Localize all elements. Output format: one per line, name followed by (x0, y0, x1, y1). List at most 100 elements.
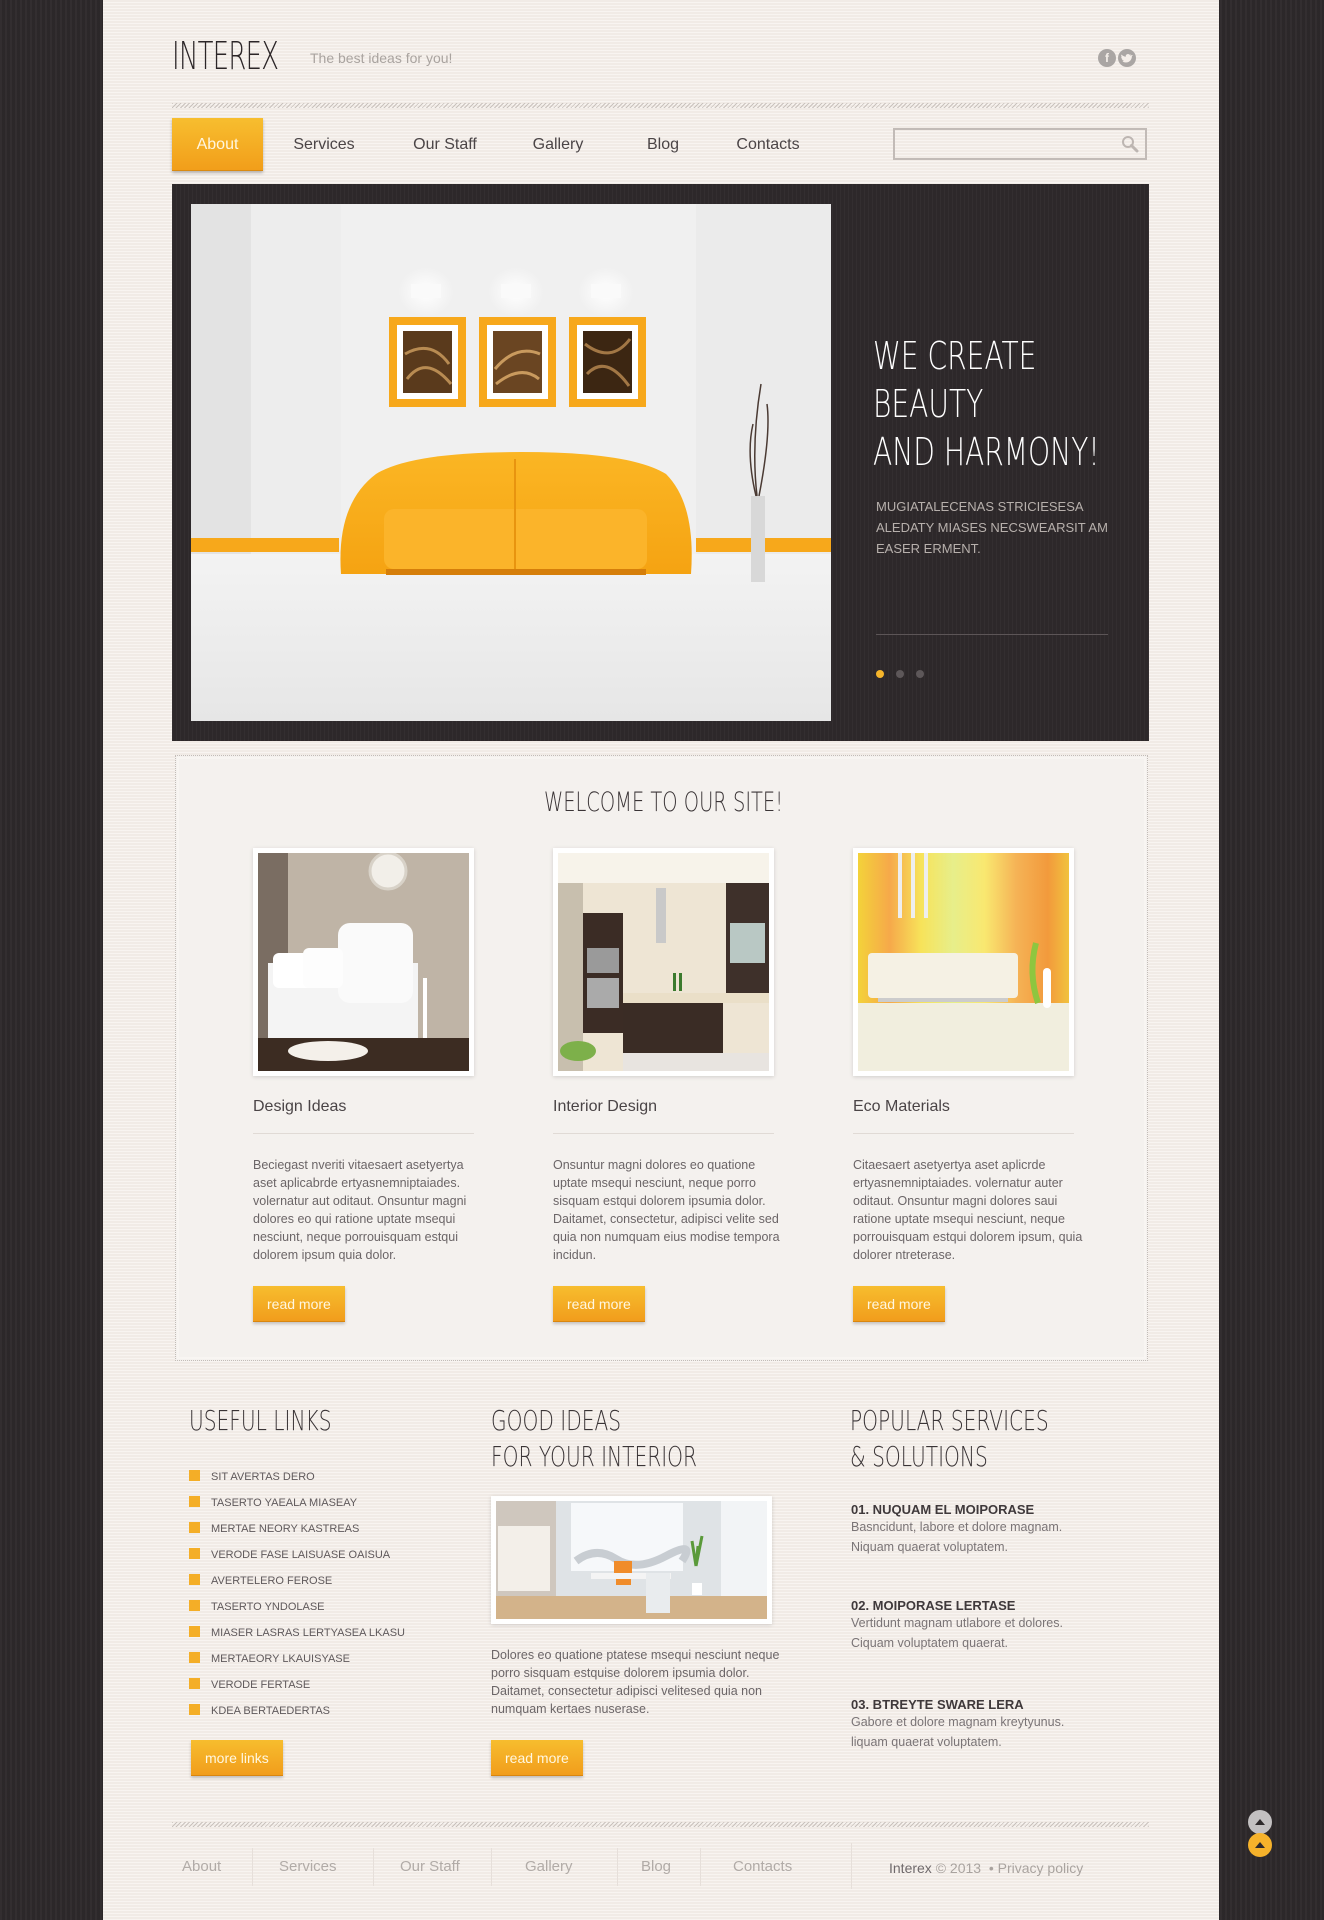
feature-image-kitchen[interactable] (553, 848, 774, 1076)
footer-link-contacts[interactable]: Contacts (733, 1858, 792, 1875)
nav-about[interactable]: About (172, 118, 263, 171)
popular-title-line: POPULAR SERVICES (850, 1404, 1049, 1437)
service-title[interactable]: 01. NUQUAM EL MOIPORASE (851, 1502, 1111, 1517)
square-bullet-icon (189, 1548, 200, 1559)
feature-text: Onsuntur magni dolores eo quatione uptat… (553, 1158, 780, 1262)
nav-services[interactable]: Services (281, 118, 367, 171)
feature-image-bedroom[interactable] (253, 848, 474, 1076)
useful-link[interactable]: MERTAEORY LKAUISYASE (189, 1646, 405, 1672)
scroll-top-button[interactable] (1248, 1833, 1272, 1857)
useful-link[interactable]: TASERTO YAEALA MIASEAY (189, 1490, 405, 1516)
search-icon[interactable] (1121, 135, 1139, 153)
feature-divider (853, 1133, 1074, 1134)
square-bullet-icon (189, 1496, 200, 1507)
site-slogan: The best ideas for you! (310, 50, 453, 66)
more-links-button[interactable]: more links (191, 1740, 283, 1776)
useful-link[interactable]: VERODE FERTASE (189, 1672, 405, 1698)
service-title[interactable]: 02. MOIPORASE LERTASE (851, 1598, 1111, 1613)
welcome-section: WELCOME TO OUR SITE! Design Ideas Becieg… (175, 755, 1148, 1361)
twitter-icon[interactable] (1118, 49, 1136, 67)
footer-separator (617, 1848, 618, 1886)
useful-links-list: SIT AVERTAS DERO TASERTO YAEALA MIASEAY … (189, 1464, 405, 1724)
hero-title-line: AND HARMONY! (873, 430, 1100, 474)
scroll-top-button-gray[interactable] (1248, 1810, 1272, 1834)
footer-brand: Interex (889, 1860, 932, 1876)
useful-link[interactable]: MIASER LASRAS LERTYASEA LKASU (189, 1620, 405, 1646)
useful-link[interactable]: VERODE FASE LAISUASE OAISUA (189, 1542, 405, 1568)
footer-link-our-staff[interactable]: Our Staff (400, 1858, 460, 1875)
service-text: liquam quaerat voluptatem. (851, 1735, 1002, 1749)
read-more-button[interactable]: read more (553, 1286, 645, 1322)
service-text: Niquam quaerat voluptatem. (851, 1540, 1009, 1554)
good-ideas-title-line: FOR YOUR INTERIOR (491, 1440, 698, 1473)
feature-divider (553, 1133, 774, 1134)
hero-title: WE CREATE BEAUTY AND HARMONY! (873, 332, 1100, 476)
useful-links-section: USEFUL LINKS SIT AVERTAS DERO TASERTO YA… (189, 1403, 405, 1724)
feature-divider (253, 1133, 474, 1134)
welcome-title: WELCOME TO OUR SITE! (543, 787, 784, 818)
good-ideas-title: GOOD IDEAS FOR YOUR INTERIOR (491, 1403, 777, 1475)
hero-title-line: WE CREATE (873, 334, 1037, 378)
service-text: Vertidunt magnam utlabore et dolores. (851, 1616, 1063, 1630)
footer-link-gallery[interactable]: Gallery (525, 1858, 573, 1875)
service-title[interactable]: 03. BTREYTE SWARE LERA (851, 1697, 1111, 1712)
square-bullet-icon (189, 1704, 200, 1715)
slider-dot-1[interactable] (876, 670, 884, 678)
feature-title: Design Ideas (253, 1098, 347, 1115)
service-item: 02. MOIPORASE LERTASE Vertidunt magnam u… (851, 1598, 1111, 1653)
slider-dot-3[interactable] (916, 670, 924, 678)
footer-separator (491, 1848, 492, 1886)
footer-link-blog[interactable]: Blog (641, 1858, 671, 1875)
useful-link[interactable]: SIT AVERTAS DERO (189, 1464, 405, 1490)
popular-title-line: & SOLUTIONS (850, 1440, 988, 1473)
read-more-button[interactable]: read more (491, 1740, 583, 1776)
square-bullet-icon (189, 1574, 200, 1585)
square-bullet-icon (189, 1600, 200, 1611)
popular-services-title: POPULAR SERVICES & SOLUTIONS (850, 1403, 1126, 1475)
facebook-icon[interactable]: f (1098, 49, 1116, 67)
read-more-button[interactable]: read more (853, 1286, 945, 1322)
feature-image-living-room[interactable] (853, 848, 1074, 1076)
footer-separator (700, 1848, 701, 1886)
nav-contacts[interactable]: Contacts (725, 118, 811, 171)
site-logo[interactable]: INTEREX (172, 34, 279, 78)
footer-divider (172, 1822, 1149, 1827)
useful-links-title: USEFUL LINKS (189, 1404, 332, 1437)
good-ideas-text: Dolores eo quatione ptatese msequi nesci… (491, 1648, 780, 1716)
good-ideas-image[interactable] (491, 1496, 772, 1624)
feature-title: Eco Materials (853, 1098, 950, 1115)
feature-title: Interior Design (553, 1098, 658, 1115)
search-box (893, 128, 1147, 160)
hero-description: MUGIATALECENAS STRICIESESA ALEDATY MIASE… (876, 499, 1108, 556)
slider-dot-2[interactable] (896, 670, 904, 678)
copyright: Interex © 2013 • Privacy policy (889, 1860, 1083, 1876)
nav-our-staff[interactable]: Our Staff (399, 118, 491, 171)
arrow-up-icon (1255, 1842, 1265, 1848)
footer-link-about[interactable]: About (182, 1858, 221, 1875)
page-column: INTEREX The best ideas for you! f About … (103, 0, 1219, 1920)
footer-separator (851, 1843, 852, 1889)
nav-blog[interactable]: Blog (633, 118, 693, 171)
hero-divider (876, 634, 1108, 635)
service-text: Basncidunt, labore et dolore magnam. (851, 1520, 1063, 1534)
good-ideas-title-line: GOOD IDEAS (491, 1404, 622, 1437)
service-text: Ciquam voluptatem quaerat. (851, 1636, 1009, 1650)
useful-link[interactable]: KDEA BERTAEDERTAS (189, 1698, 405, 1724)
square-bullet-icon (189, 1626, 200, 1637)
privacy-policy-link[interactable]: Privacy policy (998, 1860, 1084, 1876)
footer-link-services[interactable]: Services (279, 1858, 337, 1875)
useful-link[interactable]: AVERTELERO FEROSE (189, 1568, 405, 1594)
useful-link[interactable]: TASERTO YNDOLASE (189, 1594, 405, 1620)
feature-text: Citaesaert asetyertya aset aplicrde erty… (853, 1158, 1083, 1262)
service-text: Gabore et dolore magnam kreytyunus. (851, 1715, 1065, 1729)
service-item: 01. NUQUAM EL MOIPORASE Basncidunt, labo… (851, 1502, 1111, 1557)
read-more-button[interactable]: read more (253, 1286, 345, 1322)
nav-gallery[interactable]: Gallery (523, 118, 593, 171)
footer-separator (252, 1848, 253, 1886)
search-input[interactable] (895, 130, 1105, 158)
bullet-separator: • (988, 1860, 994, 1876)
useful-link[interactable]: MERTAE NEORY KASTREAS (189, 1516, 405, 1542)
service-item: 03. BTREYTE SWARE LERA Gabore et dolore … (851, 1697, 1111, 1752)
square-bullet-icon (189, 1470, 200, 1481)
copyright-year: © 2013 (935, 1860, 982, 1876)
